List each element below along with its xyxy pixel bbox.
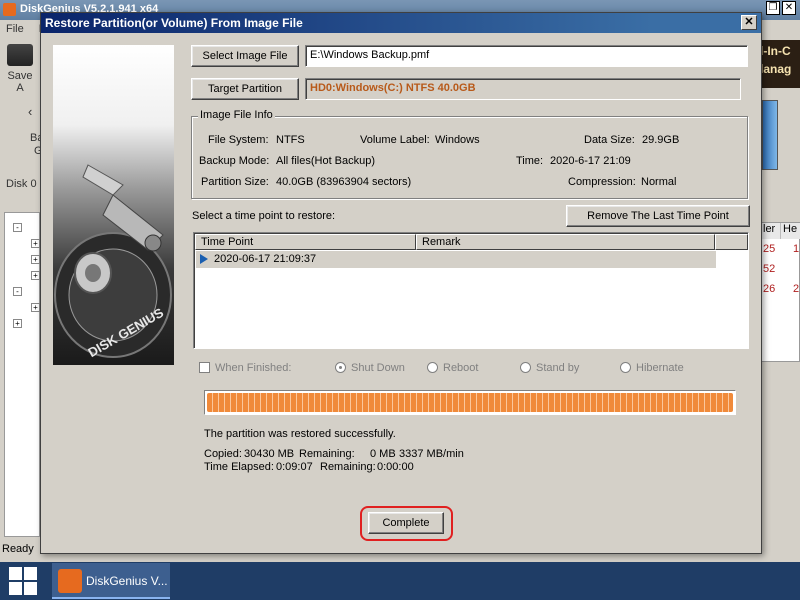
radio-icon [520,362,531,373]
diskgenius-app-icon [58,569,82,593]
radio-icon [427,362,438,373]
copied-label: Copied: [204,448,242,460]
partition-size-value: 40.0GB (83963904 sectors) [276,176,412,188]
progress-fill [207,393,733,412]
toolbar-save-button[interactable]: Save A [4,44,36,94]
column-header-filler [715,234,748,250]
tree-expand-icon[interactable]: + [31,303,40,312]
copied-value: 30430 MB [244,448,295,460]
file-system-label: File System: [208,134,269,146]
time-remaining-label: Remaining: [320,461,376,473]
time-point-prompt: Select a time point to restore: [192,210,336,222]
partition-grid: ler He 25 1 52 26 2 [760,222,800,362]
time-label: Time: [516,155,544,167]
reboot-radio[interactable]: Reboot [427,362,478,374]
grid-cell: 25 [763,243,776,255]
grid-cell: 52 [763,263,776,275]
time-value: 2020-6-17 21:09 [550,155,631,167]
diskgenius-app-icon [3,3,16,16]
grid-header: ler [761,223,781,239]
column-header-remark[interactable]: Remark [416,234,715,250]
tree-expand-icon[interactable]: - [13,287,22,296]
data-size-label: Data Size: [584,134,635,146]
target-partition-button[interactable]: Target Partition [191,78,299,100]
brand-banner: l-In-C lanag [760,40,800,88]
volume-label-label: Volume Label: [360,134,430,146]
target-partition-field: HD0:Windows(C:) NTFS 40.0GB [305,78,741,100]
time-elapsed-value: 0:09:07 [276,461,313,473]
stand-by-radio[interactable]: Stand by [520,362,579,374]
dialog-title: Restore Partition(or Volume) From Image … [45,16,303,30]
taskbar-item-label: DiskGenius V... [86,574,168,588]
taskbar-item-diskgenius[interactable]: DiskGenius V... [52,563,170,599]
app-restore-icon[interactable]: ❐ [766,1,780,15]
tree-expand-icon[interactable]: + [31,271,40,280]
hibernate-radio[interactable]: Hibernate [620,362,684,374]
time-elapsed-label: Time Elapsed: [204,461,274,473]
when-finished-checkbox[interactable]: When Finished: [199,362,291,374]
image-path-field[interactable]: E:\Windows Backup.pmf [305,45,748,67]
list-item[interactable]: 2020-06-17 21:09:37 [196,251,716,268]
back-arrow-icon[interactable]: ‹ [28,104,32,119]
remaining-size-value: 0 MB [370,448,396,460]
windows-logo-icon [9,582,22,595]
backup-mode-label: Backup Mode: [199,155,270,167]
restore-dialog: Restore Partition(or Volume) From Image … [40,12,762,554]
image-file-info-group: Image File Info File System: NTFS Volume… [191,109,748,199]
grid-cell: 26 [763,283,776,295]
disk-tree[interactable]: - + + + - + + [4,212,40,537]
volume-label-value: Windows [435,134,480,146]
status-message: The partition was restored successfully. [204,428,396,440]
restore-progress-bar [204,390,736,415]
tree-expand-icon[interactable]: + [31,255,40,264]
image-file-info-legend: Image File Info [198,109,275,121]
windows-logo-icon [24,567,37,580]
target-partition-value: HD0:Windows(C:) NTFS 40.0GB [310,82,476,94]
time-point-list[interactable]: Time Point Remark 2020-06-17 21:09:37 [193,232,749,349]
start-button[interactable] [0,562,48,600]
column-header-time-point[interactable]: Time Point [195,234,416,250]
hard-disk-icon: DISK GENIUS [54,164,172,360]
disk-label: Disk 0 [6,178,37,190]
time-point-value: 2020-06-17 21:09:37 [214,253,317,265]
dialog-title-bar: Restore Partition(or Volume) From Image … [41,13,761,33]
menu-file[interactable]: File [6,23,24,35]
tree-expand-icon[interactable]: + [13,319,22,328]
app-close-icon[interactable]: ✕ [782,1,796,15]
selected-row-arrow-icon [200,254,208,264]
grid-cell: 1 [793,243,800,255]
file-system-value: NTFS [276,134,305,146]
grid-cell: 2 [793,283,800,295]
disk-usage-bar [762,100,778,170]
backup-mode-value: All files(Hot Backup) [276,155,376,167]
shut-down-radio[interactable]: Shut Down [335,362,405,374]
compression-value: Normal [641,176,677,188]
status-text: Ready [2,543,34,555]
windows-logo-icon [24,582,37,595]
taskbar: DiskGenius V... [0,562,800,600]
dialog-close-button[interactable]: ✕ [741,15,757,30]
tree-expand-icon[interactable]: + [31,239,40,248]
complete-button[interactable]: Complete [368,512,444,534]
compression-label: Compression: [568,176,636,188]
partition-size-label: Partition Size: [201,176,269,188]
select-image-file-button[interactable]: Select Image File [191,45,299,67]
tree-expand-icon[interactable]: - [13,223,22,232]
disk-genius-hdd-image: DISK GENIUS [53,45,174,365]
data-size-value: 29.9GB [642,134,680,146]
save-icon [7,44,33,66]
windows-logo-icon [9,567,22,580]
speed-value: 3337 MB/min [399,448,464,460]
remove-last-time-point-button[interactable]: Remove The Last Time Point [566,205,750,227]
radio-icon [335,362,346,373]
remaining-size-label: Remaining: [299,448,355,460]
grid-header: He [781,223,800,239]
time-remaining-value: 0:00:00 [377,461,414,473]
radio-icon [620,362,631,373]
checkbox-icon [199,362,210,373]
